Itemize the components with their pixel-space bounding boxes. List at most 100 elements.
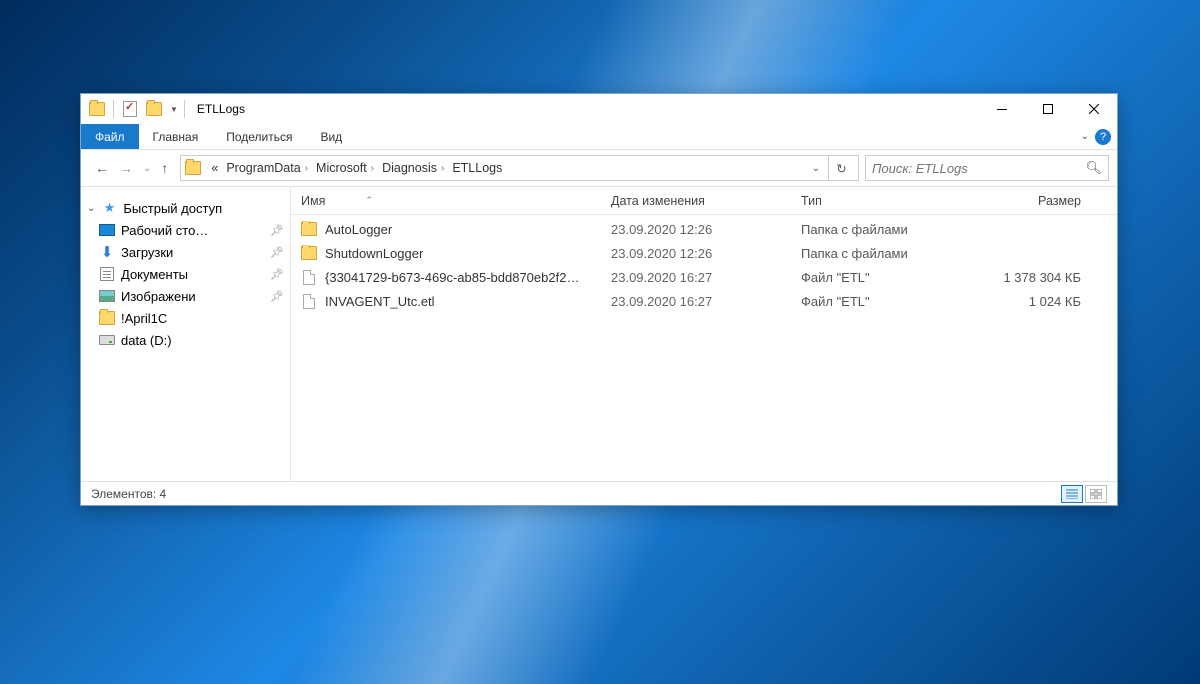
titlebar[interactable]: ▼ ETLLogs (81, 94, 1117, 124)
qat-folder-icon (87, 99, 107, 119)
maximize-button[interactable] (1025, 94, 1071, 124)
col-header-date[interactable]: Дата изменения (601, 194, 791, 208)
search-input[interactable] (872, 161, 1085, 176)
minimize-button[interactable] (979, 94, 1025, 124)
list-item[interactable]: ShutdownLogger 23.09.2020 12:26 Папка с … (291, 241, 1117, 265)
search-icon[interactable]: 🔍︎ (1085, 160, 1102, 176)
sidebar-item-pictures[interactable]: Изображени 📌︎ (81, 285, 290, 307)
star-icon: ★ (101, 200, 117, 216)
search-box[interactable]: 🔍︎ (865, 155, 1109, 181)
breadcrumb-item: ETLLogs (448, 161, 506, 175)
col-header-size[interactable]: Размер (961, 194, 1091, 208)
chevron-right-icon[interactable]: › (371, 163, 374, 174)
tab-home[interactable]: Главная (139, 124, 213, 149)
file-date: 23.09.2020 16:27 (601, 294, 791, 309)
sidebar-item-label: !April1C (121, 311, 167, 326)
sidebar-item-label: Документы (121, 267, 188, 282)
file-date: 23.09.2020 16:27 (601, 270, 791, 285)
file-type: Файл "ETL" (791, 270, 961, 285)
qat-properties-icon[interactable] (120, 99, 140, 119)
file-list-pane: Имя⌃ Дата изменения Тип Размер AutoLogge… (291, 187, 1117, 481)
details-view-button[interactable] (1061, 485, 1083, 503)
thumbnails-view-button[interactable] (1085, 485, 1107, 503)
pin-icon: 📌︎ (270, 224, 284, 237)
qat-newfolder-icon[interactable] (144, 99, 164, 119)
downloads-icon: ⬇ (99, 244, 115, 260)
tab-share[interactable]: Поделиться (212, 124, 306, 149)
sidebar-item-folder[interactable]: !April1C (81, 307, 290, 329)
sidebar-item-desktop[interactable]: Рабочий сто… 📌︎ (81, 219, 290, 241)
breadcrumb-item: Diagnosis› (378, 161, 448, 175)
item-count: Элементов: 4 (91, 487, 166, 501)
file-name: INVAGENT_Utc.etl (325, 294, 435, 309)
chevron-down-icon[interactable]: ⌄ (87, 203, 95, 214)
close-button[interactable] (1071, 94, 1117, 124)
file-name: {33041729-b673-469c-ab85-bdd870eb2f2… (325, 270, 579, 285)
sidebar-item-label: Рабочий сто… (121, 223, 208, 238)
pin-icon: 📌︎ (270, 246, 284, 259)
documents-icon (99, 266, 115, 282)
file-name: ShutdownLogger (325, 246, 423, 261)
file-date: 23.09.2020 12:26 (601, 222, 791, 237)
separator (113, 100, 114, 118)
sidebar-item-documents[interactable]: Документы 📌︎ (81, 263, 290, 285)
up-button[interactable]: ↑ (161, 160, 168, 176)
qat-customize-icon[interactable]: ▼ (170, 105, 178, 114)
tab-file[interactable]: Файл (81, 124, 139, 149)
tab-view[interactable]: Вид (306, 124, 356, 149)
folder-icon (301, 245, 317, 261)
pin-icon: 📌︎ (270, 268, 284, 281)
file-list: AutoLogger 23.09.2020 12:26 Папка с файл… (291, 215, 1117, 481)
desktop-icon (99, 222, 115, 238)
col-header-type[interactable]: Тип (791, 194, 961, 208)
chevron-right-icon[interactable]: › (441, 163, 444, 174)
breadcrumb-item: Microsoft› (312, 161, 378, 175)
sidebar-item-downloads[interactable]: ⬇ Загрузки 📌︎ (81, 241, 290, 263)
file-type: Файл "ETL" (791, 294, 961, 309)
file-type: Папка с файлами (791, 246, 961, 261)
file-date: 23.09.2020 12:26 (601, 246, 791, 261)
col-header-name[interactable]: Имя⌃ (291, 194, 601, 208)
sort-asc-icon: ⌃ (365, 195, 373, 206)
navigation-pane: ⌄ ★ Быстрый доступ Рабочий сто… 📌︎ ⬇ Заг… (81, 187, 291, 481)
address-bar[interactable]: « ProgramData› Microsoft› Diagnosis› ETL… (180, 155, 859, 181)
list-item[interactable]: AutoLogger 23.09.2020 12:26 Папка с файл… (291, 217, 1117, 241)
back-button[interactable]: ← (95, 160, 109, 176)
forward-button[interactable]: → (119, 160, 133, 176)
list-item[interactable]: {33041729-b673-469c-ab85-bdd870eb2f2… 23… (291, 265, 1117, 289)
file-icon (301, 293, 317, 309)
refresh-button[interactable]: ↻ (828, 156, 854, 180)
sidebar-item-label: data (D:) (121, 333, 172, 348)
ribbon-expand-icon[interactable]: ⌄ (1081, 131, 1089, 142)
recent-dropdown-icon[interactable]: ⌄ (143, 163, 151, 174)
separator (184, 100, 185, 118)
file-size: 1 024 КБ (961, 294, 1091, 309)
chevron-right-icon[interactable]: › (305, 163, 308, 174)
file-size: 1 378 304 КБ (961, 270, 1091, 285)
sidebar-item-label: Изображени (121, 289, 196, 304)
pictures-icon (99, 288, 115, 304)
breadcrumb-prefix: « (207, 161, 222, 175)
folder-icon (301, 221, 317, 237)
window-title: ETLLogs (191, 102, 245, 116)
file-type: Папка с файлами (791, 222, 961, 237)
file-icon (301, 269, 317, 285)
explorer-window: ▼ ETLLogs Файл Главная Поделиться Вид ⌄ … (80, 93, 1118, 506)
help-icon[interactable]: ? (1095, 129, 1111, 145)
pin-icon: 📌︎ (270, 290, 284, 303)
sidebar-label: Быстрый доступ (123, 201, 222, 216)
sidebar-item-drive[interactable]: data (D:) (81, 329, 290, 351)
ribbon: Файл Главная Поделиться Вид ⌄ ? (81, 124, 1117, 150)
sidebar-item-label: Загрузки (121, 245, 173, 260)
list-item[interactable]: INVAGENT_Utc.etl 23.09.2020 16:27 Файл "… (291, 289, 1117, 313)
column-headers: Имя⌃ Дата изменения Тип Размер (291, 187, 1117, 215)
breadcrumb-item: ProgramData› (222, 161, 312, 175)
folder-icon (99, 310, 115, 326)
file-name: AutoLogger (325, 222, 392, 237)
addr-dropdown-icon[interactable]: ⌄ (812, 163, 820, 174)
status-bar: Элементов: 4 (81, 481, 1117, 505)
drive-icon (99, 332, 115, 348)
navigation-bar: ← → ⌄ ↑ « ProgramData› Microsoft› Diagno… (81, 150, 1117, 186)
addr-folder-icon (185, 161, 201, 175)
sidebar-quick-access[interactable]: ⌄ ★ Быстрый доступ (81, 197, 290, 219)
